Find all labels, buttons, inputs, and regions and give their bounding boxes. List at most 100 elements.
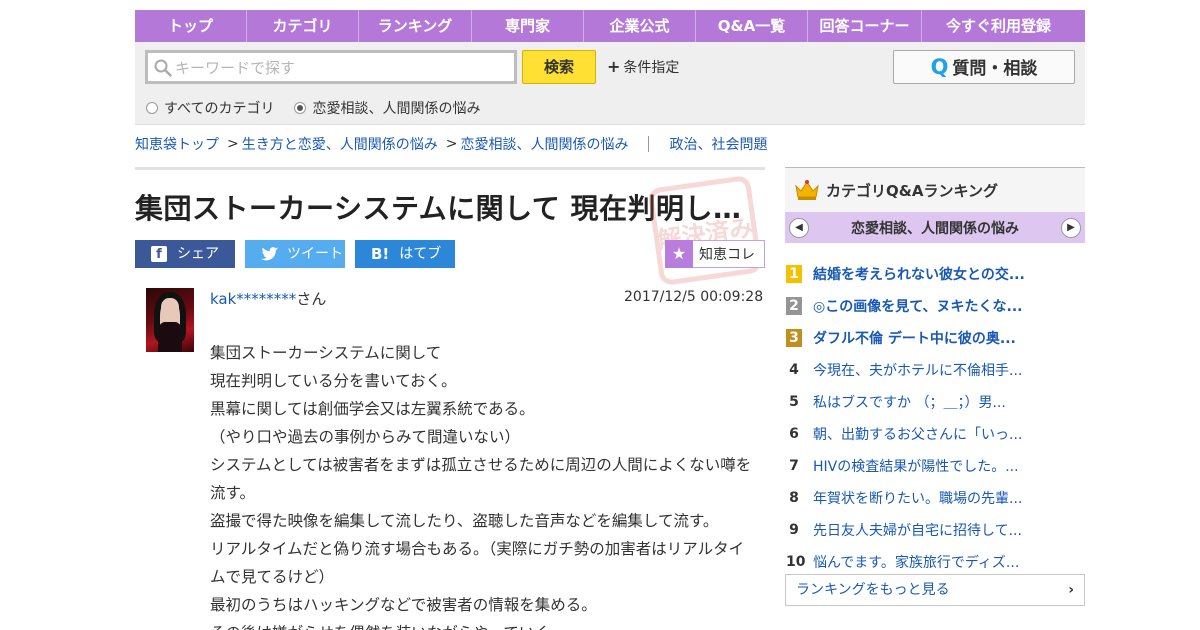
ranking-list: 1 結婚を考えられない彼女との交... 2 ◎この画像を見て、ヌキたくな... 3ダ… bbox=[785, 258, 1085, 578]
share-twitter-button[interactable]: ツイート bbox=[245, 240, 345, 268]
rank-number: 6 bbox=[789, 426, 799, 442]
body-line: その後は嫌がらせを偶然を装いながらやっていく。 bbox=[210, 619, 755, 630]
nav-experts[interactable]: 専門家 bbox=[472, 10, 584, 42]
body-line: 盗撮で得た映像を編集して流したり、盗聴した音声などを編集して流す。 bbox=[210, 512, 719, 530]
author-suffix: さん bbox=[296, 290, 327, 308]
ranking-item[interactable]: 5 私はブスですか （；＿；）男... bbox=[785, 386, 1085, 418]
ranking-item[interactable]: 9 先日友人夫婦が自宅に招待して... bbox=[785, 514, 1085, 546]
radio-label: すべてのカテゴリ bbox=[164, 101, 275, 117]
twitter-icon bbox=[261, 246, 279, 260]
ranking-item[interactable]: 6 朝、出勤するお父さんに「いっ... bbox=[785, 418, 1085, 450]
ask-question-label: 質問・相談 bbox=[952, 59, 1038, 79]
condition-label: 条件指定 bbox=[623, 60, 680, 76]
body-line: 現在判明している分を書いておく。 bbox=[210, 372, 457, 390]
post-date: 2017/12/5 00:09:28 bbox=[624, 289, 764, 305]
rank-number: 4 bbox=[789, 362, 799, 378]
next-arrow-icon[interactable]: ▶ bbox=[1061, 217, 1081, 238]
top-nav: トップ カテゴリ ランキング 専門家 企業公式 Q&A一覧 回答コーナー 今すぐ… bbox=[135, 10, 1085, 42]
ranking-item[interactable]: 2 ◎この画像を見て、ヌキたくな... bbox=[785, 290, 1085, 322]
rank-number: 8 bbox=[789, 490, 799, 506]
rank-number: 1 bbox=[786, 265, 802, 283]
radio-button-selected[interactable] bbox=[294, 102, 307, 114]
rank-number: 5 bbox=[789, 394, 799, 410]
crown-icon bbox=[795, 180, 819, 200]
condition-toggle[interactable]: + 条件指定 bbox=[607, 57, 679, 77]
share-facebook-label: シェア bbox=[177, 246, 219, 262]
more-ranking-button[interactable]: ランキングをもっと見る › bbox=[785, 574, 1085, 606]
ranking-link[interactable]: 年賀状を断りたい。職場の先輩... bbox=[813, 488, 1022, 508]
nav-qa-list[interactable]: Q&A一覧 bbox=[696, 10, 808, 42]
nav-register[interactable]: 今すぐ利用登録 bbox=[922, 10, 1075, 42]
radio-all-categories[interactable]: すべてのカテゴリ bbox=[146, 98, 274, 118]
plus-icon: + bbox=[607, 57, 621, 76]
ranking-title: カテゴリQ&Aランキング bbox=[826, 181, 998, 200]
breadcrumb-separator: > bbox=[445, 136, 458, 152]
ranking-category-label: 恋愛相談、人間関係の悩み bbox=[851, 220, 1019, 237]
ranking-link[interactable]: 先日友人夫婦が自宅に招待して... bbox=[813, 520, 1022, 540]
nav-top[interactable]: トップ bbox=[135, 10, 247, 42]
nav-answer-corner[interactable]: 回答コーナー bbox=[808, 10, 922, 42]
breadcrumb-link-top[interactable]: 知恵袋トップ bbox=[135, 134, 219, 154]
rank-number: 2 bbox=[786, 297, 802, 315]
question-q-icon: Q bbox=[930, 55, 949, 79]
ranking-link[interactable]: 朝、出勤するお父さんに「いっ... bbox=[813, 424, 1022, 444]
avatar[interactable] bbox=[146, 288, 194, 352]
ranking-link[interactable]: 悩んでます。家族旅行でディズ... bbox=[813, 552, 1019, 572]
nav-category[interactable]: カテゴリ bbox=[247, 10, 359, 42]
search-input[interactable] bbox=[175, 55, 505, 81]
breadcrumb: 知恵袋トップ > 生き方と恋愛、人間関係の悩み > 恋愛相談、人間関係の悩み 政… bbox=[135, 134, 767, 154]
prev-arrow-icon[interactable]: ◀ bbox=[789, 217, 809, 238]
chevron-right-icon: › bbox=[1068, 582, 1074, 598]
body-line: システムとしては被害者をまずは孤立させるために周辺の人間によくない噂を流す。 bbox=[210, 456, 752, 502]
search-panel: 検索 +条件指定 Q質問・相談 すべてのカテゴリ 恋愛相談、人間関係の悩み bbox=[135, 42, 1085, 125]
search-box[interactable] bbox=[145, 50, 517, 84]
radio-current-category[interactable]: 恋愛相談、人間関係の悩み bbox=[294, 98, 480, 118]
ranking-item[interactable]: 1 結婚を考えられない彼女との交... bbox=[785, 258, 1085, 290]
question-author: kak********さん bbox=[210, 288, 326, 309]
breadcrumb-link-life-love[interactable]: 生き方と恋愛、人間関係の悩み bbox=[242, 134, 438, 154]
ranking-link[interactable]: ダフル不倫 デート中に彼の奥... bbox=[813, 328, 1016, 348]
body-line: 最初のうちはハッキングなどで被害者の情報を集める。 bbox=[210, 596, 597, 614]
ranking-link[interactable]: ◎この画像を見て、ヌキたくな... bbox=[813, 296, 1022, 316]
resolved-stamp-icon: 解決済み bbox=[648, 176, 762, 285]
author-link[interactable]: kak******** bbox=[210, 290, 296, 308]
ranking-link[interactable]: 結婚を考えられない彼女との交... bbox=[813, 264, 1025, 284]
rank-number: 3 bbox=[786, 329, 802, 347]
ask-question-button[interactable]: Q 質問・相談 bbox=[893, 50, 1075, 84]
radio-button[interactable] bbox=[146, 102, 158, 114]
radio-label: 恋愛相談、人間関係の悩み bbox=[312, 101, 481, 117]
share-hatena-label: はてブ bbox=[399, 246, 442, 262]
question-body: 集団ストーカーシステムに関して 現在判明している分を書いておく。 黒幕に関しては… bbox=[210, 339, 755, 630]
nav-corporate[interactable]: 企業公式 bbox=[584, 10, 696, 42]
star-icon: ★ bbox=[665, 239, 693, 268]
more-ranking-label: ランキングをもっと見る bbox=[796, 582, 950, 598]
ranking-item[interactable]: 8 年賀状を断りたい。職場の先輩... bbox=[785, 482, 1085, 514]
rank-number: 9 bbox=[789, 522, 799, 538]
hatena-bookmark-icon: B! bbox=[371, 245, 390, 263]
chiecolle-button[interactable]: ★ 知恵コレ bbox=[665, 239, 765, 268]
body-line: 黒幕に関しては創価学会又は左翼系統である。 bbox=[210, 400, 535, 418]
ranking-item[interactable]: 4 今現在、夫がホテルに不倫相手... bbox=[785, 354, 1085, 386]
body-line: （やり口や過去の事例からみて間違いない） bbox=[210, 428, 521, 446]
body-line: リアルタイムだと偽り流す場合もある。（実際にガチ勢の加害者はリアルタイムで見てる… bbox=[210, 540, 745, 586]
ranking-item[interactable]: 7 HIVの検査結果が陽性でした。... bbox=[785, 450, 1085, 482]
chiecolle-label: 知恵コレ bbox=[699, 247, 755, 263]
ranking-item[interactable]: 3 ダフル不倫 デート中に彼の奥... bbox=[785, 322, 1085, 354]
ranking-category-bar: ◀ 恋愛相談、人間関係の悩み ▶ bbox=[785, 212, 1085, 243]
nav-ranking[interactable]: ランキング bbox=[359, 10, 472, 42]
rank-number: 10 bbox=[786, 554, 806, 570]
ranking-header: カテゴリQ&Aランキング bbox=[785, 167, 1085, 212]
rank-number: 7 bbox=[789, 458, 799, 474]
ranking-panel: カテゴリQ&Aランキング ◀ 恋愛相談、人間関係の悩み ▶ 1 結婚を考えられない… bbox=[785, 167, 1085, 578]
share-hatena-button[interactable]: B! はてブ bbox=[355, 240, 455, 268]
search-icon bbox=[154, 59, 172, 77]
breadcrumb-link-love-advice[interactable]: 恋愛相談、人間関係の悩み bbox=[460, 134, 628, 154]
category-scope: すべてのカテゴリ 恋愛相談、人間関係の悩み bbox=[146, 98, 480, 118]
ranking-link[interactable]: 私はブスですか （；＿；）男... bbox=[813, 392, 1006, 412]
breadcrumb-divider bbox=[648, 136, 650, 152]
share-facebook-button[interactable]: f シェア bbox=[135, 240, 235, 268]
related-category-link[interactable]: 政治、社会問題 bbox=[669, 134, 767, 154]
search-button[interactable]: 検索 bbox=[522, 50, 596, 84]
ranking-link[interactable]: 今現在、夫がホテルに不倫相手... bbox=[813, 360, 1022, 380]
ranking-link[interactable]: HIVの検査結果が陽性でした。... bbox=[813, 456, 1019, 476]
